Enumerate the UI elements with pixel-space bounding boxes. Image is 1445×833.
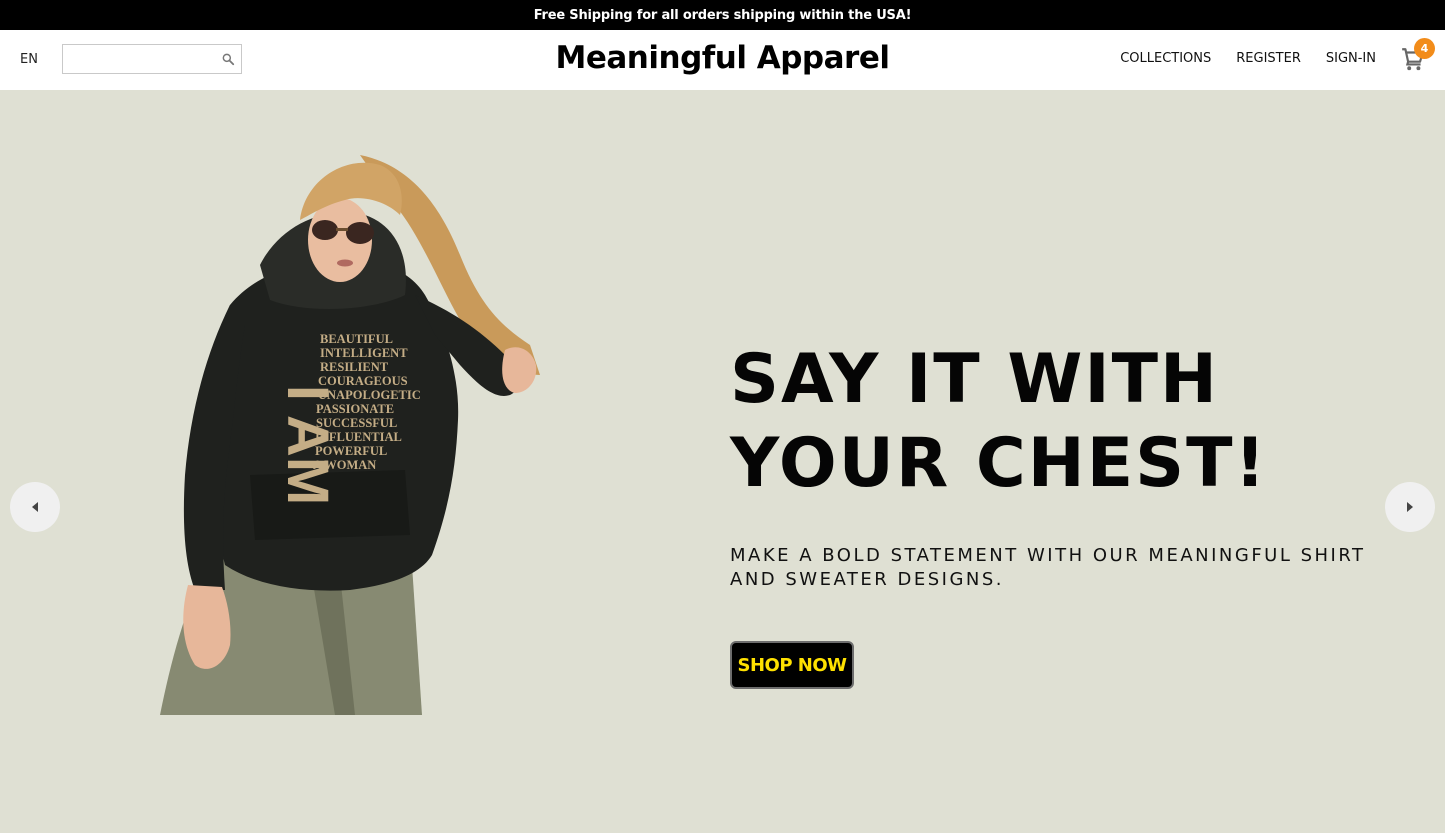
hoodie-word: A WOMAN: [313, 458, 376, 472]
hoodie-word: BEAUTIFUL: [320, 332, 393, 346]
hero-model-image: I AM BEAUTIFUL INTELLIGENT RESILIENT COU…: [160, 155, 540, 715]
site-header: EN Meaningful Apparel COLLECTIONS REGIST…: [0, 30, 1445, 90]
brand-name[interactable]: Meaningful Apparel: [556, 40, 890, 76]
hero-headline: SAY IT WITH YOUR CHEST!: [730, 340, 1268, 503]
main-nav: COLLECTIONS REGISTER SIGN-IN: [1120, 51, 1376, 66]
carousel-next-button[interactable]: [1385, 482, 1435, 532]
nav-collections[interactable]: COLLECTIONS: [1120, 51, 1211, 66]
hoodie-word: COURAGEOUS: [318, 374, 408, 388]
chevron-left-icon: [32, 502, 38, 512]
hoodie-word: PASSIONATE: [316, 402, 394, 416]
hoodie-word: INTELLIGENT: [320, 346, 408, 360]
hoodie-word: INFLUENTIAL: [315, 430, 402, 444]
cart-count-badge: 4: [1414, 38, 1435, 59]
carousel-prev-button[interactable]: [10, 482, 60, 532]
hoodie-word: RESILIENT: [320, 360, 389, 374]
nav-register[interactable]: REGISTER: [1236, 51, 1301, 66]
hero-carousel: I AM BEAUTIFUL INTELLIGENT RESILIENT COU…: [0, 90, 1445, 833]
nav-sign-in[interactable]: SIGN-IN: [1326, 51, 1376, 66]
announcement-bar: Free Shipping for all orders shipping wi…: [0, 0, 1445, 30]
hoodie-word: SUCCESSFUL: [316, 416, 397, 430]
hoodie-word: UNAPOLOGETIC: [318, 388, 421, 402]
chevron-right-icon: [1407, 502, 1413, 512]
hoodie-word: POWERFUL: [315, 444, 387, 458]
shop-now-button[interactable]: SHOP NOW: [730, 641, 854, 689]
announcement-text: Free Shipping for all orders shipping wi…: [533, 7, 912, 23]
hero-subheadline: MAKE A BOLD STATEMENT WITH OUR MEANINGFU…: [730, 545, 1366, 590]
